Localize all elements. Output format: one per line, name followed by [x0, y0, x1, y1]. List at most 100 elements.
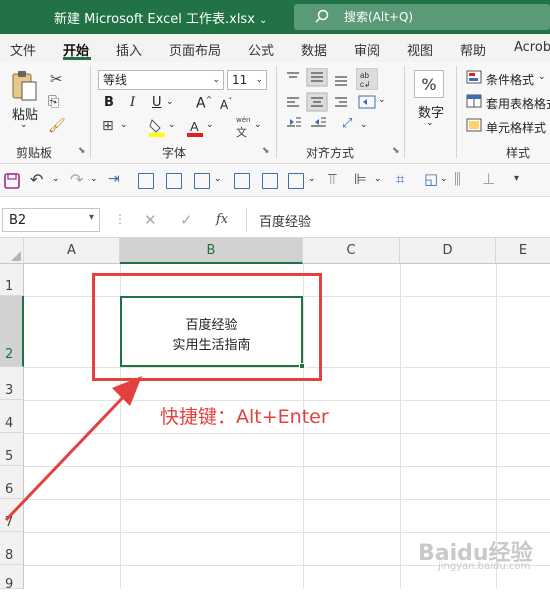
chevron-down-icon[interactable]: ⌄ [374, 174, 382, 184]
merge-center-icon[interactable] [358, 94, 378, 110]
save-icon[interactable] [4, 173, 20, 189]
tab-page-layout[interactable]: 页面布局 [169, 40, 221, 59]
chevron-down-icon[interactable]: ⌄ [120, 120, 128, 130]
chevron-down-icon[interactable]: ▾ [89, 212, 94, 223]
column-header-c[interactable]: C [303, 238, 400, 264]
chevron-down-icon[interactable]: ⌄ [90, 174, 98, 184]
percent-icon[interactable]: % [414, 70, 444, 98]
toolbar-icon-8[interactable]: ⫪ [328, 170, 336, 188]
chevron-down-icon[interactable]: ⌄ [308, 174, 316, 184]
font-size-select[interactable]: 11 ⌄ [227, 70, 267, 90]
increase-indent-icon[interactable] [288, 115, 302, 129]
phonetic-guide-icon[interactable]: 文 [236, 124, 247, 140]
tab-view[interactable]: 视图 [407, 40, 433, 59]
formula-content: 百度经验 [259, 215, 312, 230]
row-header-1[interactable]: 1 [0, 264, 24, 296]
toolbar-icon-2[interactable] [138, 173, 154, 189]
enter-icon[interactable]: ✓ [180, 211, 193, 229]
orientation-icon[interactable]: ⤢ [342, 116, 352, 131]
svg-text:ab: ab [360, 71, 369, 80]
chevron-down-icon[interactable]: ⌄ [166, 97, 174, 107]
cell-styles-icon[interactable] [466, 118, 482, 132]
font-color-icon[interactable]: A [186, 118, 204, 138]
toolbar-icon-7[interactable] [288, 173, 304, 189]
dialog-launcher-icon[interactable]: ⬊ [78, 146, 86, 156]
toolbar-icon-6[interactable] [262, 173, 278, 189]
formula-input[interactable]: 百度经验 [246, 208, 550, 232]
gridline [24, 532, 550, 533]
cut-icon[interactable]: ✂ [50, 70, 63, 88]
quick-access-toolbar: ↶ ⌄ ↷ ⌄ ⇥ ⌄ ⌄ ⫪ ⊫ ⌄ ⌗ ◱ ⌄ ⫼ ⊥ ▾ [0, 165, 550, 197]
chevron-down-icon[interactable]: ⌄ [214, 174, 222, 184]
format-painter-icon[interactable]: 🖌 [48, 118, 66, 134]
chevron-down-icon[interactable]: ⌄ [206, 120, 214, 130]
undo-icon[interactable]: ↶ [30, 170, 43, 189]
search-box[interactable] [294, 4, 550, 30]
row-header-2[interactable]: 2 [0, 296, 24, 367]
toolbar-icon-4[interactable] [194, 173, 210, 189]
italic-icon[interactable]: I [130, 95, 135, 110]
column-header-e[interactable]: E [496, 238, 550, 264]
toolbar-icon-10[interactable]: ◱ [424, 170, 438, 188]
chevron-down-icon[interactable]: ⌄ [426, 118, 434, 128]
tab-acrobat[interactable]: Acrob [514, 40, 550, 55]
tab-review[interactable]: 审阅 [354, 40, 380, 59]
toolbar-icon-1[interactable]: ⇥ [108, 171, 120, 187]
select-all-corner[interactable] [0, 238, 24, 264]
underline-icon[interactable]: U [152, 95, 162, 110]
redo-icon[interactable]: ↷ [70, 170, 83, 189]
toolbar-icon-12[interactable]: ⊥ [482, 170, 495, 188]
paste-icon[interactable] [10, 70, 38, 102]
toolbar-icon-11[interactable]: ⫼ [454, 170, 461, 188]
toolbar-icon-3[interactable] [166, 173, 182, 189]
dialog-launcher-icon[interactable]: ⬊ [262, 146, 270, 156]
chevron-down-icon[interactable]: ⌄ [360, 120, 368, 130]
conditional-format-label[interactable]: 条件格式 [486, 71, 534, 88]
crop-icon[interactable]: ⌗ [396, 170, 404, 188]
decrease-font-icon[interactable]: Aˇ [220, 97, 232, 112]
conditional-format-icon[interactable] [466, 70, 482, 84]
bold-icon[interactable]: B [104, 95, 114, 110]
tab-file[interactable]: 文件 [10, 40, 36, 59]
dialog-launcher-icon[interactable]: ⬊ [392, 146, 400, 156]
column-header-b[interactable]: B [120, 238, 303, 264]
decrease-indent-icon[interactable] [313, 115, 327, 129]
insert-function-icon[interactable]: fx [216, 212, 228, 227]
row-header-8[interactable]: 8 [0, 532, 24, 565]
tab-help[interactable]: 帮助 [460, 40, 486, 59]
font-group-label: 字体 [162, 146, 187, 160]
chevron-down-icon[interactable]: ⌄ [259, 15, 267, 26]
chevron-down-icon[interactable]: ⌄ [538, 72, 546, 82]
column-header-a[interactable]: A [24, 238, 120, 264]
tab-insert[interactable]: 插入 [116, 40, 142, 59]
cancel-icon[interactable]: ✕ [144, 211, 157, 229]
tab-data[interactable]: 数据 [301, 40, 327, 59]
cell-styles-label[interactable]: 单元格样式 [486, 119, 546, 136]
search-placeholder: 搜索(Alt+Q) [344, 10, 414, 24]
border-icon[interactable]: ⊞ [102, 118, 114, 134]
styles-group-label: 样式 [506, 146, 531, 160]
customize-toolbar-icon[interactable]: ▾ [514, 173, 519, 184]
row-header-9[interactable]: 9 [0, 565, 24, 592]
chevron-down-icon[interactable]: ⌄ [168, 120, 176, 130]
chevron-down-icon[interactable]: ⌄ [20, 120, 28, 130]
font-name-select[interactable]: 等线 ⌄ [98, 70, 224, 90]
fill-color-icon[interactable] [148, 118, 166, 138]
name-box[interactable]: B2 ▾ [2, 208, 100, 232]
table-format-label[interactable]: 套用表格格式 [486, 95, 550, 112]
chevron-down-icon[interactable]: ⌄ [254, 120, 262, 130]
toolbar-icon-9[interactable]: ⊫ [354, 170, 367, 188]
chevron-down-icon[interactable]: ⌄ [440, 174, 448, 184]
toolbar-icon-5[interactable] [234, 173, 250, 189]
copy-icon[interactable]: ⎘ [48, 94, 59, 110]
column-header-d[interactable]: D [400, 238, 496, 264]
wrap-text-icon[interactable]: ab c↲ [356, 68, 378, 90]
chevron-down-icon[interactable]: ⌄ [52, 174, 60, 184]
increase-font-icon[interactable]: A^ [196, 95, 212, 112]
chevron-down-icon[interactable]: ⌄ [378, 95, 386, 105]
window-title-text: 新建 Microsoft Excel 工作表.xlsx [54, 12, 255, 27]
watermark-url: jingyan.baidu.com [438, 561, 531, 572]
annotation-arrow [4, 376, 142, 522]
table-format-icon[interactable] [466, 94, 482, 108]
tab-formulas[interactable]: 公式 [248, 40, 274, 59]
